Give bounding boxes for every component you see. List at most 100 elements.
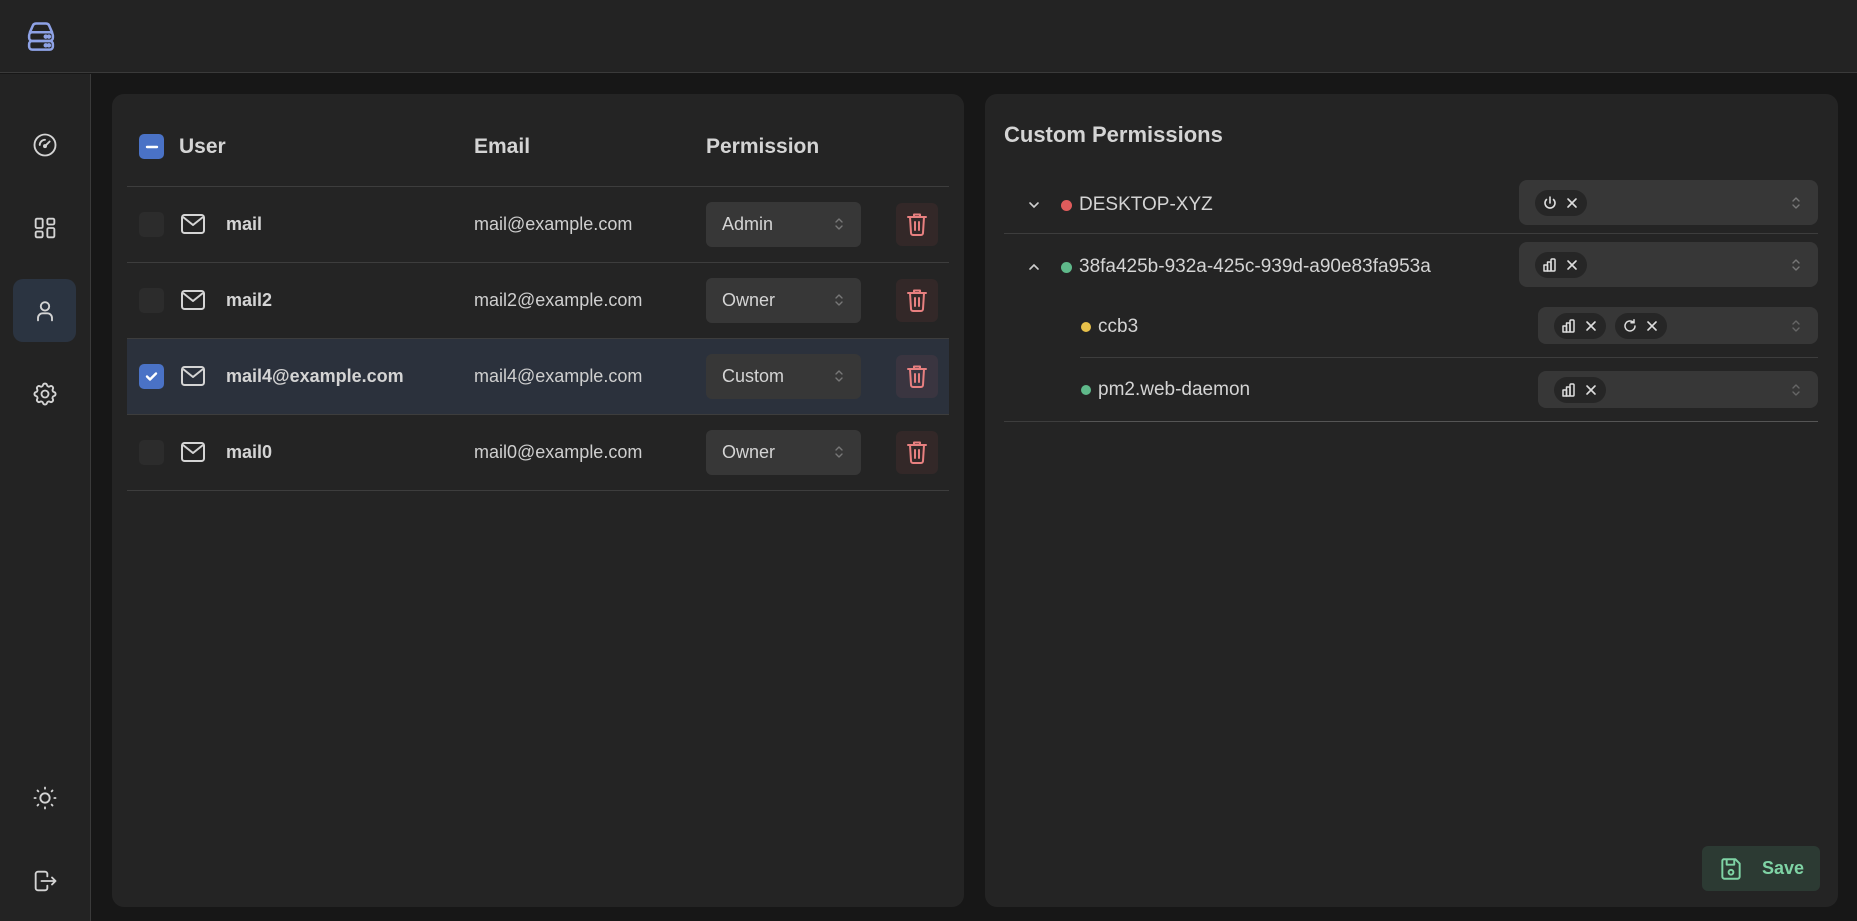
save-button[interactable]: Save [1702,846,1820,891]
permission-select[interactable]: Admin [706,201,861,247]
delete-user-button[interactable] [896,278,938,322]
mail-icon [181,290,205,310]
select-all-checkbox[interactable] [139,134,164,160]
mail-icon [181,214,205,234]
sidebar [0,74,91,921]
remove-chip-icon[interactable] [1584,319,1598,333]
row-checkbox[interactable] [139,211,164,237]
chevron-up-down-icon [1792,196,1800,209]
check-icon [145,371,158,381]
mail-icon [181,442,205,462]
gear-icon [33,382,56,405]
chevron-up-down-icon [835,446,843,458]
status-dot [1081,385,1091,395]
users-panel: User Email Permission mail mail@example.… [112,94,964,907]
node-permission-select[interactable] [1519,180,1818,225]
top-bar [0,0,1857,73]
user-email: mail2@example.com [474,289,643,310]
remove-chip-icon[interactable] [1645,319,1659,333]
table-row[interactable]: mail mail@example.com Admin [127,186,949,263]
refresh-icon [1624,318,1636,332]
remove-chip-icon[interactable] [1565,258,1579,272]
tree-node-desktop-xyz[interactable]: DESKTOP-XYZ [1025,194,1213,216]
table-row[interactable]: mail4@example.com mail4@example.com Cust… [127,338,949,415]
delete-user-button[interactable] [896,430,938,474]
users-table: User Email Permission mail mail@example.… [127,108,949,491]
permission-chip [1554,376,1606,403]
save-label: Save [1761,858,1805,878]
row-checkbox[interactable] [139,287,164,313]
trash-icon [907,213,927,236]
row-checkbox[interactable] [139,439,164,465]
bar-chart-icon [1543,257,1556,272]
sidebar-item-dashboard[interactable] [13,113,76,176]
sidebar-item-apps[interactable] [13,196,76,259]
row-checkbox[interactable] [139,363,164,389]
permission-value: Owner [722,441,776,462]
delete-user-button[interactable] [896,354,938,398]
remove-chip-icon[interactable] [1584,383,1598,397]
panel-title: Custom Permissions [1004,122,1223,147]
trash-icon [907,441,927,464]
child-permission-select[interactable] [1538,371,1818,408]
user-name: mail [226,213,263,234]
node-label: 38fa425b-932a-425c-939d-a90e83fa953a [1079,256,1431,277]
user-name: mail0 [226,441,273,462]
status-dot [1081,322,1091,332]
layout-grid-icon [34,217,55,238]
node-label: pm2.web-daemon [1098,379,1251,400]
permission-chip [1554,312,1606,339]
user-name: mail4@example.com [226,365,404,386]
chevron-up-icon[interactable] [1025,258,1043,276]
node-label: DESKTOP-XYZ [1079,194,1213,215]
bar-chart-icon [1562,318,1575,333]
logout-button[interactable] [13,849,76,912]
server-stack-icon[interactable] [22,18,60,56]
sidebar-item-users[interactable] [13,279,76,342]
bar-chart-icon [1562,382,1575,397]
permission-value: Admin [722,213,774,234]
chevron-down-icon[interactable] [1025,196,1043,214]
node-label: ccb3 [1098,316,1139,337]
permission-value: Custom [722,365,785,386]
chevron-up-down-icon [1792,258,1800,271]
sidebar-item-settings[interactable] [13,362,76,425]
minus-icon [145,145,158,148]
permission-chip [1615,312,1667,339]
theme-toggle-button[interactable] [13,766,76,829]
delete-user-button[interactable] [896,202,938,246]
divider [1004,421,1080,422]
gauge-icon [33,133,56,156]
power-icon [1544,195,1556,209]
column-header-user[interactable]: User [179,108,474,187]
tree-child-ccb3[interactable]: ccb3 [1081,316,1138,338]
permission-chip [1535,251,1587,278]
trash-icon [907,365,927,388]
permission-select[interactable]: Owner [706,277,861,323]
column-header-email[interactable]: Email [474,108,706,187]
column-header-permission[interactable]: Permission [706,108,949,187]
trash-icon [907,289,927,312]
child-permission-select[interactable] [1538,307,1818,344]
table-row[interactable]: mail0 mail0@example.com Owner [127,414,949,491]
mail-icon [181,366,205,386]
permission-value: Owner [722,289,776,310]
divider [1080,421,1818,422]
permission-select[interactable]: Owner [706,429,861,475]
status-dot [1061,199,1072,211]
tree-node-machine[interactable]: 38fa425b-932a-425c-939d-a90e83fa953a [1025,256,1431,278]
node-permission-select[interactable] [1519,242,1818,287]
user-icon [36,300,53,321]
tree-child-pm2-web-daemon[interactable]: pm2.web-daemon [1081,379,1250,401]
chevron-up-down-icon [1792,319,1800,332]
user-email: mail0@example.com [474,441,643,462]
permission-select[interactable]: Custom [706,353,861,399]
chevron-up-down-icon [1792,383,1800,396]
save-icon [1721,857,1741,880]
table-row[interactable]: mail2 mail2@example.com Owner [127,262,949,339]
remove-chip-icon[interactable] [1565,196,1579,210]
divider [1080,357,1818,358]
status-dot [1061,261,1072,273]
sun-icon [33,786,56,809]
user-email: mail4@example.com [474,365,643,386]
